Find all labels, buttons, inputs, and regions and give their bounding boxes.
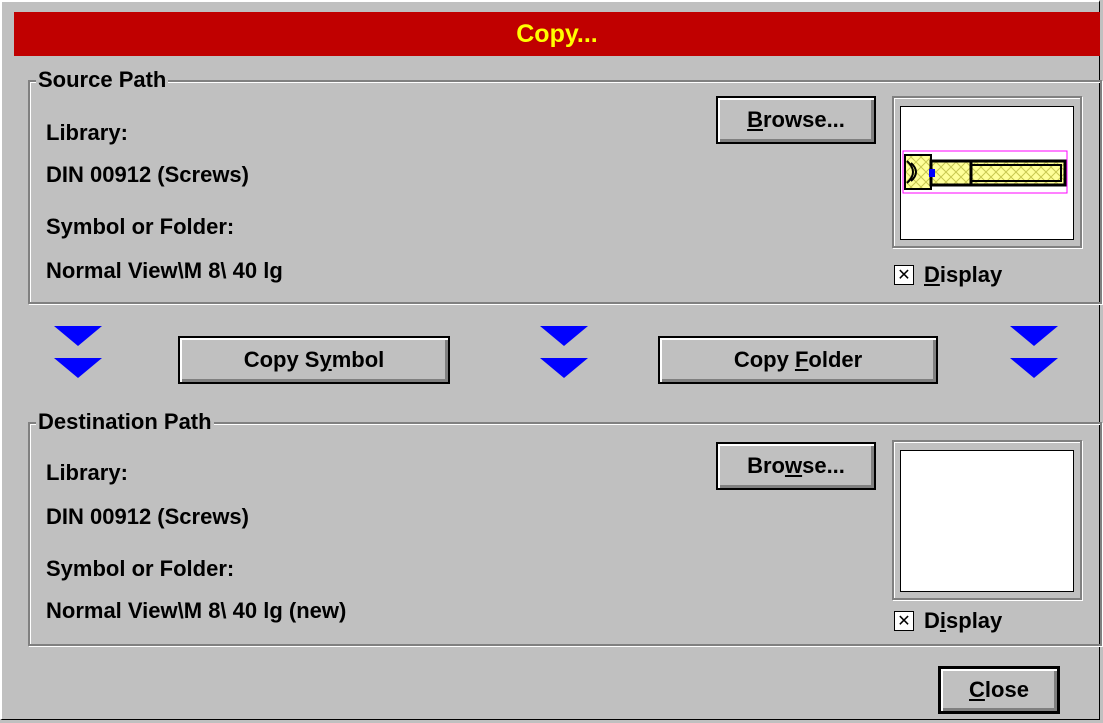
- destination-path-group: Destination Path Library: DIN 00912 (Scr…: [28, 408, 1102, 646]
- destination-browse-post: se...: [802, 453, 845, 478]
- copy-dialog: Copy... Source Path Library: DIN 00912 (…: [0, 0, 1102, 720]
- destination-symbol-value: Normal View\M 8\ 40 lg (new): [46, 598, 347, 623]
- destination-browse-button[interactable]: Browse...: [716, 442, 876, 490]
- source-symbol-value: Normal View\M 8\ 40 lg: [46, 258, 283, 283]
- copy-folder-accel: F: [794, 347, 809, 372]
- source-preview-frame: [892, 96, 1082, 248]
- close-accel: C: [969, 677, 985, 702]
- source-display-checkbox[interactable]: ✕ Display: [894, 262, 1002, 288]
- destination-browse-pre: Bro: [747, 453, 785, 478]
- source-path-legend: Source Path: [36, 66, 169, 94]
- down-arrows-icon-center: [540, 326, 588, 378]
- copy-symbol-accel: y: [319, 347, 332, 372]
- destination-symbol-label: Symbol or Folder:: [46, 556, 235, 581]
- source-display-accel: D: [924, 262, 940, 287]
- dialog-title: Copy...: [14, 12, 1100, 56]
- source-library-label: Library:: [46, 120, 128, 145]
- source-library-value: DIN 00912 (Screws): [46, 162, 249, 187]
- source-symbol-preview: [900, 106, 1074, 240]
- source-path-group: Source Path Library: DIN 00912 (Screws) …: [28, 66, 1102, 304]
- close-button[interactable]: Close: [938, 666, 1060, 714]
- destination-library-label: Library:: [46, 460, 128, 485]
- source-browse-label: rowse...: [762, 107, 845, 132]
- source-browse-button[interactable]: Browse...: [716, 96, 876, 144]
- destination-display-pre: D: [924, 608, 940, 633]
- destination-preview-frame: [892, 440, 1082, 600]
- destination-display-checkbox[interactable]: ✕ Di splay: [894, 608, 1002, 634]
- close-label: lose: [984, 677, 1029, 702]
- source-symbol-label: Symbol or Folder:: [46, 214, 235, 239]
- copy-symbol-post: mbol: [331, 347, 385, 372]
- source-display-label: isplay: [939, 262, 1003, 287]
- copy-symbol-pre: Copy S: [243, 347, 320, 372]
- destination-symbol-preview: [900, 450, 1074, 592]
- copy-folder-post: older: [808, 347, 863, 372]
- destination-display-post: splay: [946, 608, 1003, 633]
- destination-browse-accel: w: [784, 453, 803, 478]
- source-browse-accel: B: [747, 107, 763, 132]
- checkbox-checked-icon[interactable]: ✕: [894, 265, 914, 285]
- copy-folder-button[interactable]: Copy Folder: [658, 336, 938, 384]
- copy-folder-pre: Copy: [733, 347, 795, 372]
- copy-symbol-button[interactable]: Copy Symbol: [178, 336, 450, 384]
- screw-symbol-icon: [902, 150, 1068, 194]
- down-arrows-icon-left: [54, 326, 102, 378]
- checkbox-checked-icon[interactable]: ✕: [894, 611, 914, 631]
- destination-path-legend: Destination Path: [36, 408, 214, 436]
- destination-library-value: DIN 00912 (Screws): [46, 504, 249, 529]
- down-arrows-icon-right: [1010, 326, 1058, 378]
